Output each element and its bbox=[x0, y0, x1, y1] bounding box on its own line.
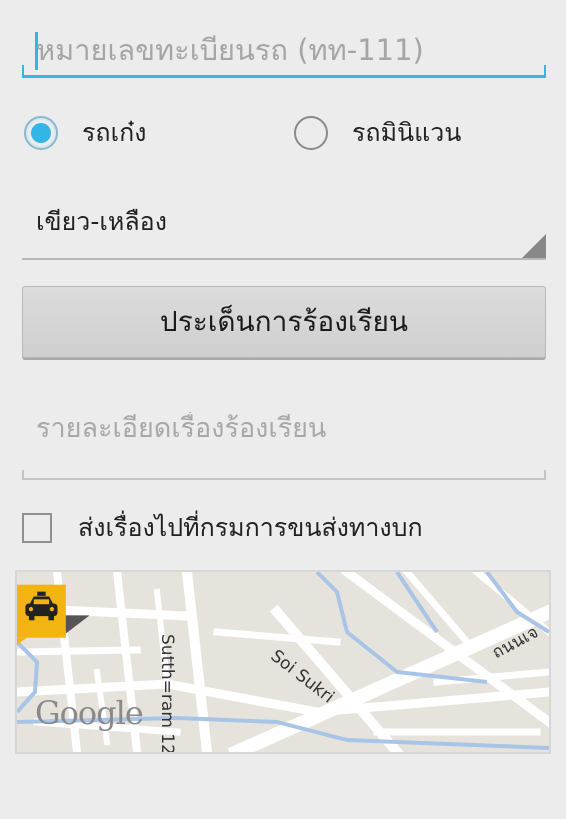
taxi-icon[interactable] bbox=[17, 572, 91, 656]
radio-sedan[interactable]: รถเก๋ง bbox=[24, 112, 146, 154]
street-label-sutthiram: Sutth=ram 12 bbox=[157, 634, 177, 754]
google-logo: Google bbox=[35, 694, 144, 732]
radio-sedan-label: รถเก๋ง bbox=[82, 118, 147, 147]
send-to-dlt-checkbox[interactable]: ส่งเรื่องไปที่กรมการขนส่งทางบก bbox=[22, 508, 423, 548]
complaint-issue-button[interactable]: ประเด็นการร้องเรียน bbox=[22, 286, 546, 358]
checkbox-icon bbox=[22, 513, 52, 543]
bottom-area bbox=[0, 768, 566, 819]
radio-unselected-icon bbox=[294, 116, 328, 150]
complaint-details-input[interactable] bbox=[36, 412, 536, 468]
radio-selected-icon bbox=[24, 116, 58, 150]
location-map[interactable]: Sutth=ram 12 Soi Sukri ถนนเจ Google bbox=[15, 570, 551, 754]
complaint-details-field[interactable] bbox=[22, 400, 546, 480]
taxi-color-spinner[interactable]: เขียว-เหลือง bbox=[22, 192, 546, 260]
send-to-dlt-label: ส่งเรื่องไปที่กรมการขนส่งทางบก bbox=[78, 513, 423, 542]
taxi-color-value: เขียว-เหลือง bbox=[36, 207, 167, 236]
plate-number-input[interactable] bbox=[36, 28, 536, 72]
spinner-corner-icon bbox=[522, 234, 546, 258]
plate-number-field[interactable] bbox=[22, 22, 546, 78]
radio-minivan-label: รถมินิแวน bbox=[352, 118, 462, 147]
radio-minivan[interactable]: รถมินิแวน bbox=[294, 112, 461, 154]
